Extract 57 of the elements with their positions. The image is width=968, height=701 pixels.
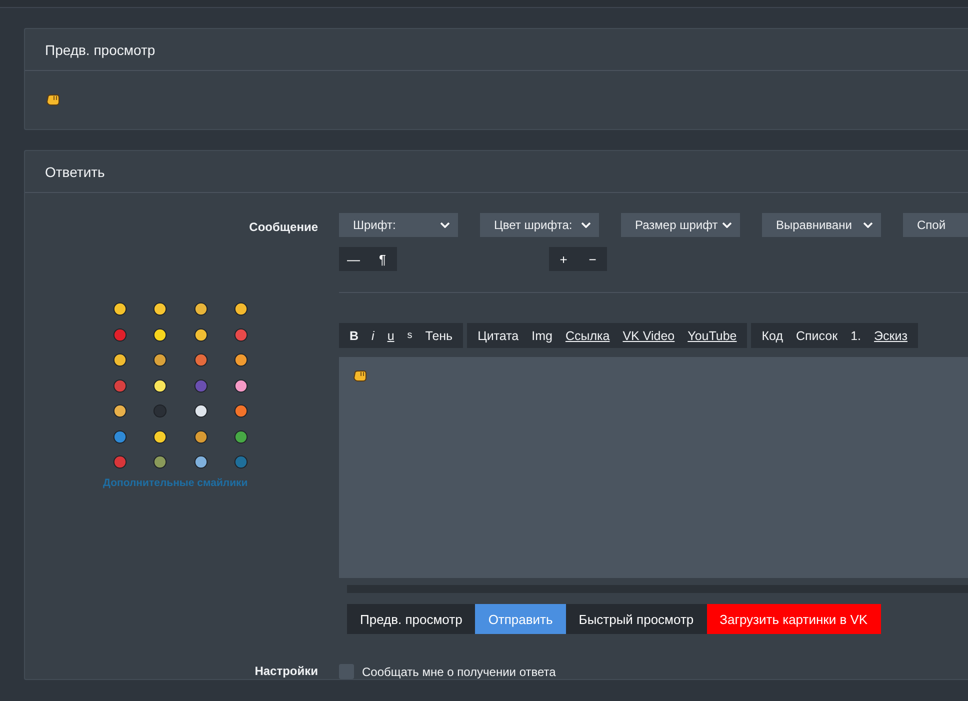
font-dropdown[interactable]: Спой: [903, 213, 968, 237]
emoji-icon[interactable]: [234, 302, 248, 316]
checkbox-label: Сообщать мне о получении ответа: [362, 664, 556, 678]
chevron-down-icon: [863, 222, 873, 228]
emoji-icon[interactable]: [153, 378, 167, 392]
emoji-icon[interactable]: [153, 455, 167, 469]
emoji-icon[interactable]: [194, 404, 208, 418]
format-button[interactable]: Img: [525, 323, 559, 348]
emoji-icon[interactable]: [234, 430, 248, 444]
fist-icon: [353, 370, 367, 382]
field-label: Настройки: [254, 664, 318, 678]
font-dropdown[interactable]: Шрифт:: [339, 213, 458, 237]
chevron-down-icon: [581, 222, 591, 228]
format-button[interactable]: Код: [755, 323, 790, 348]
emoji-icon[interactable]: [234, 378, 248, 392]
emoji-icon[interactable]: [153, 328, 167, 342]
toolbar-button[interactable]: ¶: [368, 247, 397, 271]
emoji-icon[interactable]: [194, 455, 208, 469]
font-dropdown[interactable]: Выравнивани: [762, 213, 881, 237]
format-button[interactable]: Тень: [418, 323, 460, 348]
toolbar-button[interactable]: +: [549, 247, 578, 271]
font-dropdown[interactable]: Размер шрифт: [621, 213, 740, 237]
emoji-icon[interactable]: [153, 430, 167, 444]
format-button[interactable]: s: [400, 323, 419, 348]
emoji-icon[interactable]: [112, 302, 126, 316]
emoji-icon[interactable]: [194, 430, 208, 444]
chevron-down-icon: [722, 222, 732, 228]
action-button[interactable]: Загрузить картинки в VK: [706, 604, 881, 634]
format-button[interactable]: i: [365, 323, 381, 348]
field-label: Сообщение: [249, 220, 318, 234]
emoji-icon[interactable]: [112, 404, 126, 418]
action-button[interactable]: Быстрый просмотр: [566, 604, 707, 634]
toolbar-button[interactable]: −: [578, 247, 607, 271]
emoji-icon[interactable]: [112, 353, 126, 367]
toolbar-button[interactable]: —: [339, 247, 368, 271]
emoji-icon[interactable]: [194, 302, 208, 316]
font-dropdown[interactable]: Цвет шрифта:: [480, 213, 599, 237]
action-button[interactable]: Предв. просмотр: [347, 604, 476, 634]
format-button[interactable]: VK Video: [616, 323, 682, 348]
format-button[interactable]: Список: [790, 323, 844, 348]
emoji-icon[interactable]: [153, 353, 167, 367]
checkbox[interactable]: [339, 664, 354, 679]
format-button[interactable]: Ссылка: [558, 323, 616, 348]
format-button[interactable]: Цитата: [471, 323, 526, 348]
format-button[interactable]: Эскиз: [868, 323, 914, 348]
emoji-icon[interactable]: [153, 302, 167, 316]
emoji-icon[interactable]: [234, 353, 248, 367]
panel-title: Ответить: [45, 164, 105, 180]
format-button[interactable]: 1.: [844, 323, 868, 348]
format-button[interactable]: u: [380, 323, 401, 348]
emoji-icon[interactable]: [234, 404, 248, 418]
panel-title: Предв. просмотр: [45, 42, 156, 58]
fist-icon: [46, 94, 60, 106]
chevron-down-icon: [440, 222, 450, 228]
format-button[interactable]: YouTube: [681, 323, 744, 348]
emoji-icon[interactable]: [194, 328, 208, 342]
format-button[interactable]: B: [343, 323, 366, 348]
